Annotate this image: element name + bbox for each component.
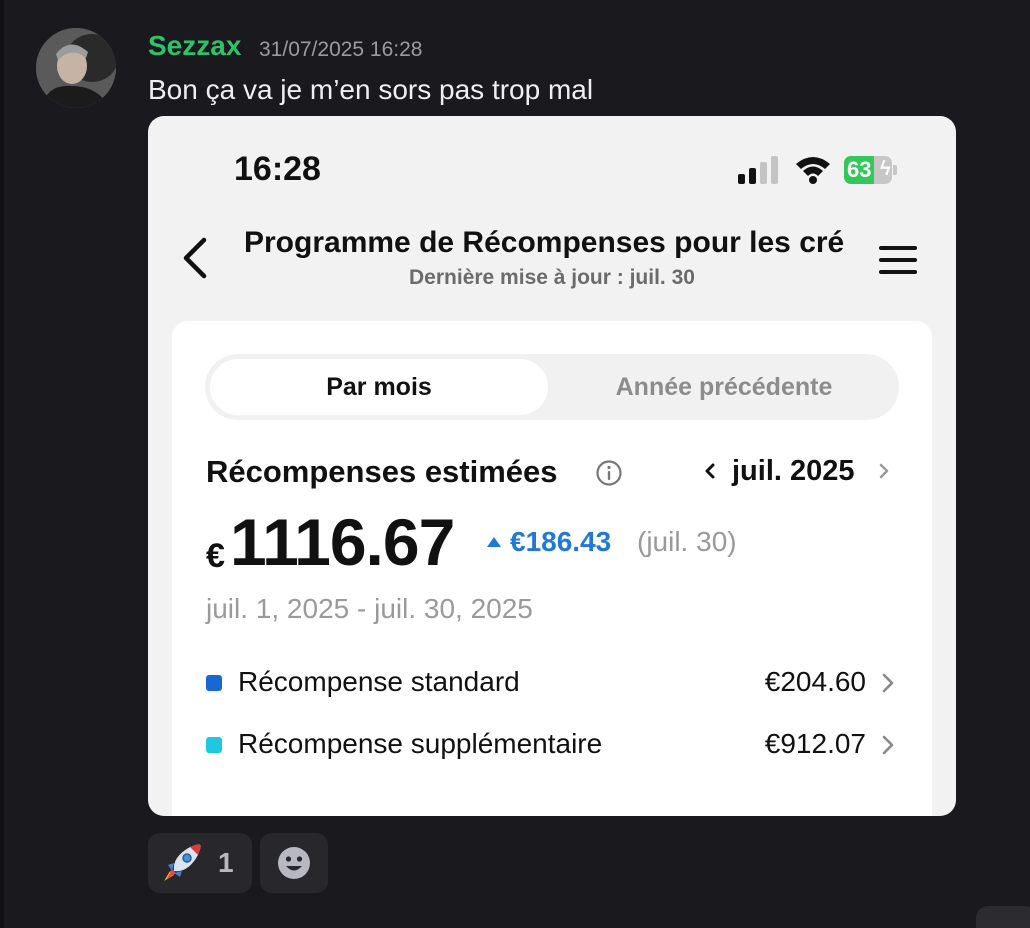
nav-title-container: Programme de Récompenses pour les cré [244, 226, 858, 266]
previous-month-chevron-icon[interactable] [700, 457, 720, 485]
page-title: Programme de Récompenses pour les cré [244, 226, 845, 259]
add-reaction-smiley-icon [278, 847, 310, 879]
standard-reward-value: €204.60 [764, 666, 866, 697]
standard-reward-row[interactable]: Récompense standard €204.60 [206, 662, 900, 702]
increase-date: (juil. 30) [637, 526, 737, 557]
add-reaction-button[interactable] [260, 833, 328, 893]
supplementary-reward-color-dot [206, 737, 222, 753]
message-text: Bon ça va je m’en sors pas trop mal [148, 74, 594, 105]
amount-currency: € [206, 537, 225, 575]
battery-charging-icon: 63 ϟ [844, 156, 897, 184]
supplementary-reward-label: Récompense supplémentaire [238, 728, 603, 759]
tab-par-mois[interactable]: Par mois [210, 359, 548, 415]
rewards-card: Par mois Année précédente Récompenses es… [172, 321, 932, 816]
battery-cap [893, 165, 897, 175]
standard-reward-color-dot [206, 675, 222, 691]
estimated-amount: 1116.67 [230, 505, 455, 579]
avatar-photo [36, 28, 116, 108]
battery-level: 63 [847, 157, 872, 182]
chevron-right-icon [882, 735, 894, 755]
selected-month: juil. 2025 [732, 455, 855, 487]
left-edge-strip [0, 0, 4, 928]
supplementary-reward-row[interactable]: Récompense supplémentaire €912.07 [206, 724, 900, 764]
reaction-rocket[interactable]: 1 [148, 833, 252, 893]
period-segmented-control: Par mois Année précédente [205, 354, 899, 420]
increase-arrow-icon [487, 537, 501, 547]
supplementary-reward-value: €912.07 [764, 728, 866, 759]
message-author[interactable]: Sezzax [148, 30, 241, 62]
standard-reward-label: Récompense standard [238, 666, 520, 697]
wifi-icon [796, 157, 830, 184]
charging-bolt-icon: ϟ [880, 158, 891, 180]
cellular-signal-icon [738, 156, 778, 184]
next-month-chevron-icon[interactable] [874, 457, 894, 485]
estimated-rewards-label: Récompenses estimées [206, 454, 558, 489]
reaction-count: 1 [218, 847, 234, 878]
date-range: juil. 1, 2025 - juil. 30, 2025 [206, 593, 533, 624]
chevron-right-icon [882, 673, 894, 693]
rocket-emoji-icon [164, 844, 201, 881]
message-timestamp: 31/07/2025 16:28 [259, 38, 423, 61]
status-bar-time: 16:28 [234, 150, 321, 188]
tab-annee-precedente[interactable]: Année précédente [555, 359, 893, 415]
avatar[interactable] [36, 28, 116, 108]
hamburger-menu-icon[interactable] [876, 244, 920, 276]
info-icon[interactable] [595, 459, 623, 487]
partial-control [976, 906, 1030, 928]
last-updated-subtitle: Dernière mise à jour : juil. 30 [409, 266, 695, 289]
daily-increase: €186.43 [510, 526, 612, 557]
battery-body: 63 ϟ [844, 156, 892, 184]
screenshot-attachment[interactable]: 16:28 63 ϟ Programme de Récompenses pour… [148, 116, 956, 816]
